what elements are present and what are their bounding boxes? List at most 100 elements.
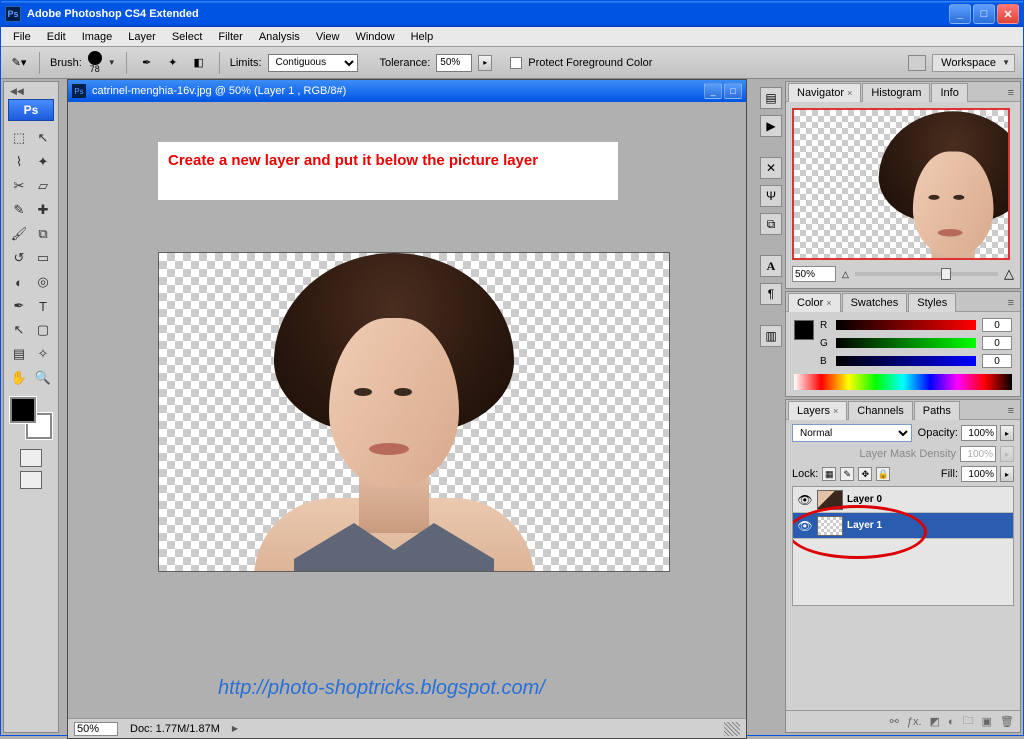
menu-filter[interactable]: Filter [210,29,250,45]
tolerance-input[interactable] [436,54,472,72]
eraser-tool[interactable]: ▭ [32,247,54,269]
hand-tool[interactable]: ✋ [8,367,30,389]
tab-styles[interactable]: Styles [908,293,956,312]
lasso-tool[interactable]: ⌇ [8,151,30,173]
b-input[interactable] [982,354,1012,368]
r-slider[interactable] [836,320,976,330]
menu-layer[interactable]: Layer [120,29,164,45]
layers-panel-menu-icon[interactable]: ≡ [1002,403,1020,419]
lock-transparency-icon[interactable]: ▦ [822,467,836,481]
tab-color[interactable]: Color× [788,293,841,312]
navigator-zoom-input[interactable] [792,266,836,282]
tool-preset-icon[interactable]: ✎▾ [9,53,29,73]
document-minimize-button[interactable]: _ [704,83,722,99]
new-layer-icon[interactable]: ▣ [982,715,992,728]
limits-select[interactable]: Contiguous [268,54,358,72]
layer-mask-icon[interactable]: ◩ [930,715,940,728]
tab-channels[interactable]: Channels [848,401,912,420]
zoom-in-icon[interactable]: △ [1004,266,1014,282]
history-brush-tool[interactable]: ↺ [8,247,30,269]
delete-layer-icon[interactable]: 🗑 [1000,715,1014,728]
brush-dropdown-icon[interactable]: ▼ [108,58,116,67]
brush-tool[interactable]: 🖌 [8,223,30,245]
zoom-out-icon[interactable]: △ [842,269,849,280]
menu-file[interactable]: File [5,29,39,45]
lock-pixels-icon[interactable]: ✎ [840,467,854,481]
layer-thumbnail[interactable] [817,490,843,510]
path-select-tool[interactable]: ↖ [8,319,30,341]
strip-notes-icon[interactable]: ▥ [760,325,782,347]
window-minimize-button[interactable]: _ [949,4,971,24]
strip-history-icon[interactable]: ▤ [760,87,782,109]
g-input[interactable] [982,336,1012,350]
status-flyout-icon[interactable]: ▶ [232,724,238,733]
pen-tool[interactable]: ✒ [8,295,30,317]
blend-mode-select[interactable]: Normal [792,424,912,442]
marquee-tool[interactable]: ↖ [32,127,54,149]
quick-mask-icon[interactable] [20,449,42,467]
menu-view[interactable]: View [308,29,348,45]
menu-image[interactable]: Image [74,29,121,45]
tab-layers[interactable]: Layers× [788,401,847,420]
sampling-bg-icon[interactable]: ◧ [189,53,209,73]
tolerance-flyout-button[interactable]: ▸ [478,55,492,71]
document-titlebar[interactable]: Ps catrinel-menghia-16v.jpg @ 50% (Layer… [68,80,746,102]
strip-tool-presets-icon[interactable]: ✕ [760,157,782,179]
visibility-toggle-icon[interactable]: 👁 [797,519,813,533]
adjustment-layer-icon[interactable]: ◐ [948,716,955,728]
navigator-panel-menu-icon[interactable]: ≡ [1002,85,1020,101]
link-layers-icon[interactable]: ⚯ [890,715,899,728]
strip-paragraph-icon[interactable]: ¶ [760,283,782,305]
fill-flyout-button[interactable]: ▸ [1000,466,1014,482]
resize-grip-icon[interactable] [724,722,740,736]
opacity-input[interactable] [961,425,997,441]
crop-tool[interactable]: ✂ [8,175,30,197]
sampling-once-icon[interactable]: ✦ [163,53,183,73]
blur-tool[interactable]: ◎ [32,271,54,293]
notes-tool[interactable]: ▤ [8,343,30,365]
tab-paths[interactable]: Paths [914,401,960,420]
layer-name[interactable]: Layer 1 [847,520,882,531]
eyedropper-tool[interactable]: ✎ [8,199,30,221]
healing-tool[interactable]: ✚ [32,199,54,221]
strip-actions-icon[interactable]: ▶ [760,115,782,137]
b-slider[interactable] [836,356,976,366]
shape-tool[interactable]: ▢ [32,319,54,341]
navigator-zoom-slider[interactable] [855,272,998,276]
brush-preview-icon[interactable] [88,51,102,65]
g-slider[interactable] [836,338,976,348]
layer-name[interactable]: Layer 0 [847,494,882,505]
protect-fg-checkbox[interactable] [510,57,522,69]
gradient-tool[interactable]: ◐ [8,271,30,293]
toolbox-collapse-icon[interactable]: ◀◀ [6,86,24,97]
stamp-tool[interactable]: ⧉ [32,223,54,245]
document-body[interactable]: Create a new layer and put it below the … [68,102,746,718]
layer-style-icon[interactable]: ƒx. [907,716,922,728]
menu-edit[interactable]: Edit [39,29,74,45]
3d-tool[interactable]: ✧ [32,343,54,365]
tab-histogram[interactable]: Histogram [862,83,930,102]
opacity-flyout-button[interactable]: ▸ [1000,425,1014,441]
quick-select-tool[interactable]: ✦ [32,151,54,173]
color-panel-menu-icon[interactable]: ≡ [1002,295,1020,311]
layer-row-1[interactable]: 👁 Layer 1 [793,513,1013,539]
slice-tool[interactable]: ▱ [32,175,54,197]
window-close-button[interactable]: ✕ [997,4,1019,24]
fill-input[interactable] [961,466,997,482]
visibility-toggle-icon[interactable]: 👁 [797,493,813,507]
menu-help[interactable]: Help [403,29,442,45]
tab-navigator[interactable]: Navigator× [788,83,861,102]
menu-analysis[interactable]: Analysis [251,29,308,45]
layer-thumbnail[interactable] [817,516,843,536]
tab-swatches[interactable]: Swatches [842,293,908,312]
color-spectrum[interactable] [794,374,1012,390]
sampling-continuous-icon[interactable]: ✒ [137,53,157,73]
r-input[interactable] [982,318,1012,332]
menu-select[interactable]: Select [164,29,211,45]
color-swatches[interactable] [10,397,52,439]
menu-window[interactable]: Window [347,29,402,45]
navigator-thumbnail[interactable] [792,108,1010,260]
zoom-tool[interactable]: 🔍 [32,367,54,389]
lock-position-icon[interactable]: ✥ [858,467,872,481]
workspace-dropdown[interactable]: Workspace [932,54,1015,72]
